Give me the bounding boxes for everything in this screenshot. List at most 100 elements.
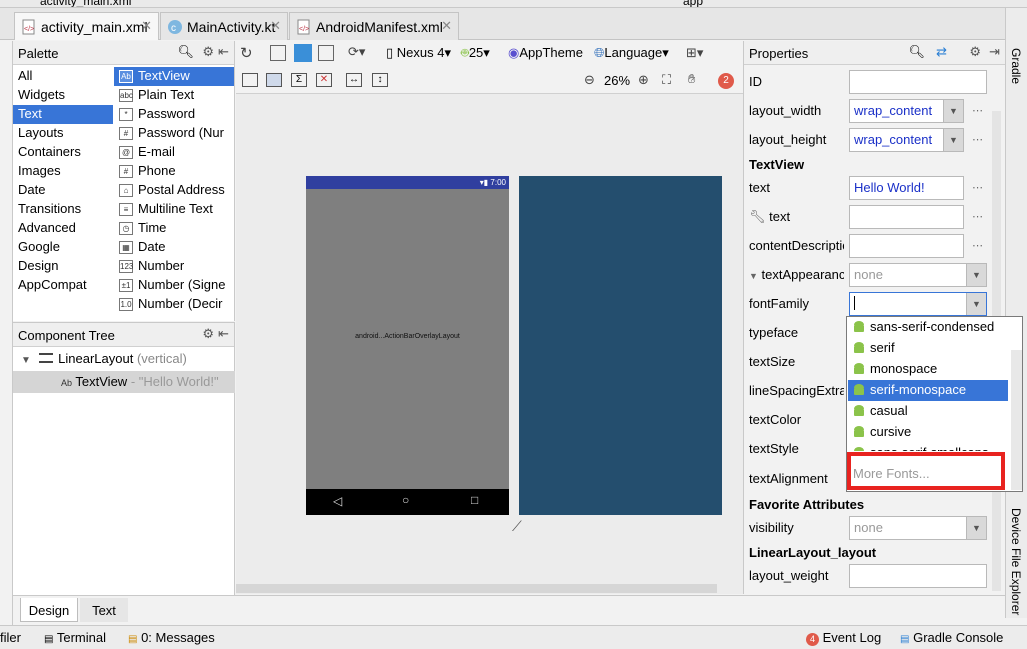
- font-option[interactable]: monospace: [848, 359, 1008, 380]
- palette-category-design[interactable]: Design: [13, 257, 113, 276]
- show-constraints-icon[interactable]: [242, 73, 258, 87]
- expand-icon[interactable]: ▼: [749, 271, 758, 281]
- expand-icon[interactable]: ▼: [21, 355, 31, 366]
- api-selector[interactable]: 🤖︎25▾: [461, 45, 490, 63]
- hide-panel-icon[interactable]: ⇤: [218, 326, 229, 342]
- terminal-button[interactable]: ▤ Terminal: [44, 630, 106, 645]
- zoom-out-icon[interactable]: ⊖: [584, 72, 595, 88]
- palette-category-appcompat[interactable]: AppCompat: [13, 276, 113, 295]
- gear-icon[interactable]: ⚙: [969, 44, 981, 60]
- more-options-icon[interactable]: ⋯: [972, 133, 983, 146]
- palette-widget[interactable]: abc Plain Text: [114, 86, 234, 105]
- theme-selector[interactable]: ◉AppTheme: [508, 45, 583, 61]
- palette-widget[interactable]: * Password: [114, 105, 234, 124]
- default-margins-icon[interactable]: Σ: [291, 73, 307, 87]
- layout-weight-field[interactable]: [849, 564, 987, 588]
- autoconnect-icon[interactable]: [266, 73, 282, 87]
- clear-constraints-icon[interactable]: ✕: [316, 73, 332, 87]
- chevron-down-icon[interactable]: ▼: [943, 129, 963, 151]
- tools-text-field[interactable]: [849, 205, 964, 229]
- palette-category-containers[interactable]: Containers: [13, 143, 113, 162]
- more-options-icon[interactable]: ⋯: [972, 210, 983, 223]
- search-icon[interactable]: 🔍︎: [908, 44, 925, 60]
- pan-hand-icon[interactable]: ✋︎: [688, 71, 695, 87]
- font-option[interactable]: sans-serif-condensed: [848, 317, 1008, 338]
- palette-category-transitions[interactable]: Transitions: [13, 200, 113, 219]
- zoom-in-icon[interactable]: ⊕: [638, 72, 649, 88]
- palette-category-text[interactable]: Text: [13, 105, 113, 124]
- chevron-down-icon[interactable]: ▼: [966, 517, 986, 539]
- both-view-icon[interactable]: [318, 45, 334, 61]
- text-appearance-dropdown[interactable]: none ▼: [849, 263, 987, 287]
- language-selector[interactable]: 🌐︎Language▾: [594, 45, 669, 61]
- device-file-explorer-button[interactable]: Device File Explorer: [1009, 508, 1023, 615]
- palette-category-all[interactable]: All: [13, 67, 113, 86]
- orientation-icon[interactable]: ⟳▾: [348, 44, 365, 60]
- chevron-down-icon[interactable]: ▼: [966, 264, 986, 286]
- more-options-icon[interactable]: ⋯: [972, 239, 983, 252]
- font-family-dropdown[interactable]: ▼: [849, 292, 987, 316]
- palette-category-layouts[interactable]: Layouts: [13, 124, 113, 143]
- dropdown-scrollbar[interactable]: [1011, 350, 1022, 490]
- design-view-icon[interactable]: [270, 45, 286, 61]
- refresh-icon[interactable]: ↻: [240, 44, 253, 62]
- palette-category-date[interactable]: Date: [13, 181, 113, 200]
- palette-widget[interactable]: 1.0 Number (Decir: [114, 295, 234, 314]
- hide-panel-icon[interactable]: ⇥: [989, 44, 1000, 60]
- palette-widget[interactable]: ▦ Date: [114, 238, 234, 257]
- palette-category-images[interactable]: Images: [13, 162, 113, 181]
- gradle-tool-button[interactable]: Gradle: [1009, 48, 1023, 84]
- expand-horizontal-icon[interactable]: ↔: [346, 73, 362, 87]
- palette-widget[interactable]: # Password (Nur: [114, 124, 234, 143]
- palette-widget[interactable]: @ E-mail: [114, 143, 234, 162]
- blueprint-view-icon[interactable]: [294, 44, 312, 62]
- palette-widget[interactable]: # Phone: [114, 162, 234, 181]
- palette-widget[interactable]: Ab TextView: [114, 67, 234, 86]
- messages-button[interactable]: ▤ 0: Messages: [128, 630, 215, 645]
- gear-icon[interactable]: ⚙: [202, 326, 214, 342]
- device-selector[interactable]: ▯ Nexus 4▾: [386, 45, 451, 61]
- resize-handle-icon[interactable]: ⟋: [512, 518, 530, 536]
- tab-android-manifest[interactable]: </> AndroidManifest.xml ✕: [289, 12, 459, 40]
- font-option[interactable]: serif-monospace: [848, 380, 1008, 401]
- tab-design[interactable]: Design: [20, 598, 78, 622]
- text-field[interactable]: Hello World!: [849, 176, 964, 200]
- palette-widget[interactable]: ±1 Number (Signe: [114, 276, 234, 295]
- layout-height-dropdown[interactable]: wrap_content ▼: [849, 128, 964, 152]
- swap-view-icon[interactable]: ⇄: [936, 44, 947, 60]
- horizontal-scrollbar[interactable]: [236, 584, 717, 593]
- more-options-icon[interactable]: ⋯: [972, 181, 983, 194]
- id-field[interactable]: [849, 70, 987, 94]
- palette-widget[interactable]: ◷ Time: [114, 219, 234, 238]
- layout-width-dropdown[interactable]: wrap_content ▼: [849, 99, 964, 123]
- font-option[interactable]: cursive: [848, 422, 1008, 443]
- chevron-down-icon[interactable]: ▼: [966, 293, 986, 315]
- expand-vertical-icon[interactable]: ↕: [372, 73, 388, 87]
- palette-category-advanced[interactable]: Advanced: [13, 219, 113, 238]
- tab-activity-main[interactable]: </> activity_main.xml ✕: [14, 12, 159, 40]
- warnings-badge[interactable]: 2: [718, 73, 734, 89]
- zoom-fit-icon[interactable]: ⛶: [662, 72, 671, 88]
- close-icon[interactable]: ✕: [141, 18, 152, 34]
- palette-category-widgets[interactable]: Widgets: [13, 86, 113, 105]
- tab-main-activity[interactable]: c MainActivity.kt ✕: [160, 12, 288, 40]
- close-icon[interactable]: ✕: [270, 18, 281, 34]
- palette-widget[interactable]: ≡ Multiline Text: [114, 200, 234, 219]
- font-option[interactable]: casual: [848, 401, 1008, 422]
- tree-node-textview[interactable]: Ab TextView - "Hello World!": [13, 371, 235, 393]
- tab-text[interactable]: Text: [80, 598, 128, 622]
- gear-icon[interactable]: ⚙: [202, 44, 214, 60]
- close-icon[interactable]: ✕: [441, 18, 452, 34]
- hide-panel-icon[interactable]: ⇤: [218, 44, 229, 60]
- event-log-button[interactable]: 4 Event Log: [806, 630, 881, 646]
- palette-category-google[interactable]: Google: [13, 238, 113, 257]
- chevron-down-icon[interactable]: ▼: [943, 100, 963, 122]
- visibility-dropdown[interactable]: none ▼: [849, 516, 987, 540]
- run-config[interactable]: app: [683, 0, 703, 7]
- search-icon[interactable]: 🔍︎: [177, 44, 194, 60]
- font-option[interactable]: serif: [848, 338, 1008, 359]
- layout-variants-icon[interactable]: ⊞▾: [686, 45, 703, 61]
- more-options-icon[interactable]: ⋯: [972, 104, 983, 117]
- content-description-field[interactable]: [849, 234, 964, 258]
- palette-widget[interactable]: 123 Number: [114, 257, 234, 276]
